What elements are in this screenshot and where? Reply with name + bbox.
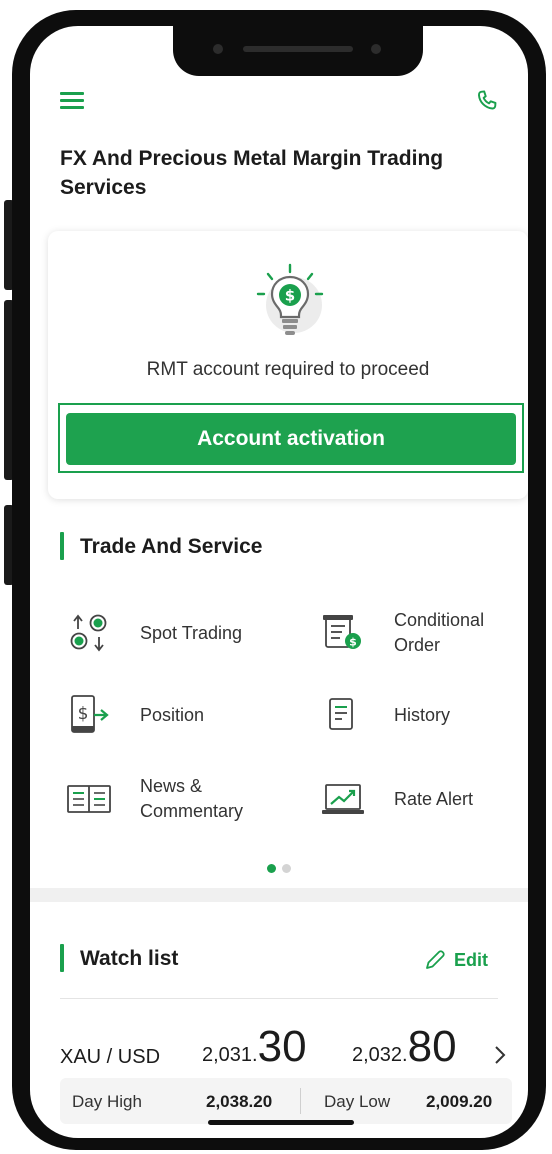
app-screen: FX And Precious Metal Margin Trading Ser… xyxy=(30,26,528,1138)
pair-name: XAU / USD xyxy=(60,1046,161,1068)
conditional-order-icon: $ xyxy=(323,615,361,649)
account-activation-button[interactable]: Account activation xyxy=(66,413,516,465)
service-rate-alert[interactable]: Rate Alert xyxy=(320,774,520,824)
service-label: Rate Alert xyxy=(394,789,474,809)
activation-button-focus-frame: Account activation xyxy=(58,403,524,473)
section-accent-bar xyxy=(60,532,64,560)
bid-price-minor: 30 xyxy=(257,1022,307,1071)
day-low-label: Day Low xyxy=(324,1092,391,1111)
hamburger-menu-icon[interactable] xyxy=(60,92,84,110)
svg-text:$: $ xyxy=(78,704,89,724)
edit-watchlist-button[interactable]: Edit xyxy=(424,948,506,974)
day-range-box: Day High 2,038.20 Day Low 2,009.20 xyxy=(60,1078,512,1124)
pagination-dots xyxy=(30,860,528,878)
service-label: History xyxy=(394,705,451,725)
service-label: Spot Trading xyxy=(140,623,243,643)
stage: FX And Precious Metal Margin Trading Ser… xyxy=(0,0,552,1154)
home-indicator xyxy=(208,1120,354,1125)
svg-text:$: $ xyxy=(349,636,357,649)
service-news-commentary[interactable]: News & Commentary xyxy=(66,774,286,824)
phone-icon[interactable] xyxy=(474,88,500,114)
page-dot-active[interactable] xyxy=(267,864,276,873)
edit-label: Edit xyxy=(454,950,488,970)
day-high-value: 2,038.20 xyxy=(206,1092,273,1111)
history-icon xyxy=(329,698,353,730)
activation-card: $ RMT account required to proceed Accoun… xyxy=(48,231,528,499)
section-title: Trade And Service xyxy=(80,535,263,558)
pencil-icon xyxy=(426,950,445,969)
service-label: Conditional Order xyxy=(394,610,485,655)
ask-price-minor: 80 xyxy=(407,1022,457,1071)
lightbulb-dollar-icon: $ xyxy=(256,263,324,335)
phone-frame: FX And Precious Metal Margin Trading Ser… xyxy=(12,10,546,1150)
service-label: News & Commentary xyxy=(140,776,244,821)
range-divider xyxy=(300,1088,301,1114)
service-spot-trading[interactable]: Spot Trading xyxy=(66,608,286,658)
section-title: Watch list xyxy=(80,947,179,970)
news-icon xyxy=(67,785,111,813)
section-separator xyxy=(30,888,528,902)
page-dot[interactable] xyxy=(282,864,291,873)
camera-dot xyxy=(213,44,223,54)
day-low-value: 2,009.20 xyxy=(426,1092,493,1111)
service-label: Position xyxy=(140,705,205,725)
ask-price-major: 2,032. xyxy=(352,1044,408,1066)
notch xyxy=(173,26,423,76)
service-conditional-order[interactable]: $ Conditional Order xyxy=(320,608,520,658)
speaker xyxy=(243,46,353,52)
bid-price: 2,031.30 xyxy=(202,1022,307,1072)
ask-price: 2,032.80 xyxy=(352,1022,457,1072)
section-accent-bar xyxy=(60,944,64,972)
account-required-message: RMT account required to proceed xyxy=(146,359,430,380)
position-icon: $ xyxy=(71,695,109,733)
chevron-right-icon[interactable] xyxy=(492,1044,508,1066)
page-title: FX And Precious Metal Margin Trading Ser… xyxy=(60,147,444,199)
divider xyxy=(60,998,498,999)
day-high-label: Day High xyxy=(72,1092,142,1111)
bid-price-major: 2,031. xyxy=(202,1044,258,1066)
rate-alert-icon xyxy=(322,784,364,814)
service-history[interactable]: History xyxy=(320,690,520,740)
currency-exchange-icon xyxy=(70,614,107,652)
service-position[interactable]: $ Position xyxy=(66,690,286,740)
svg-text:$: $ xyxy=(285,287,295,305)
camera-dot xyxy=(371,44,381,54)
